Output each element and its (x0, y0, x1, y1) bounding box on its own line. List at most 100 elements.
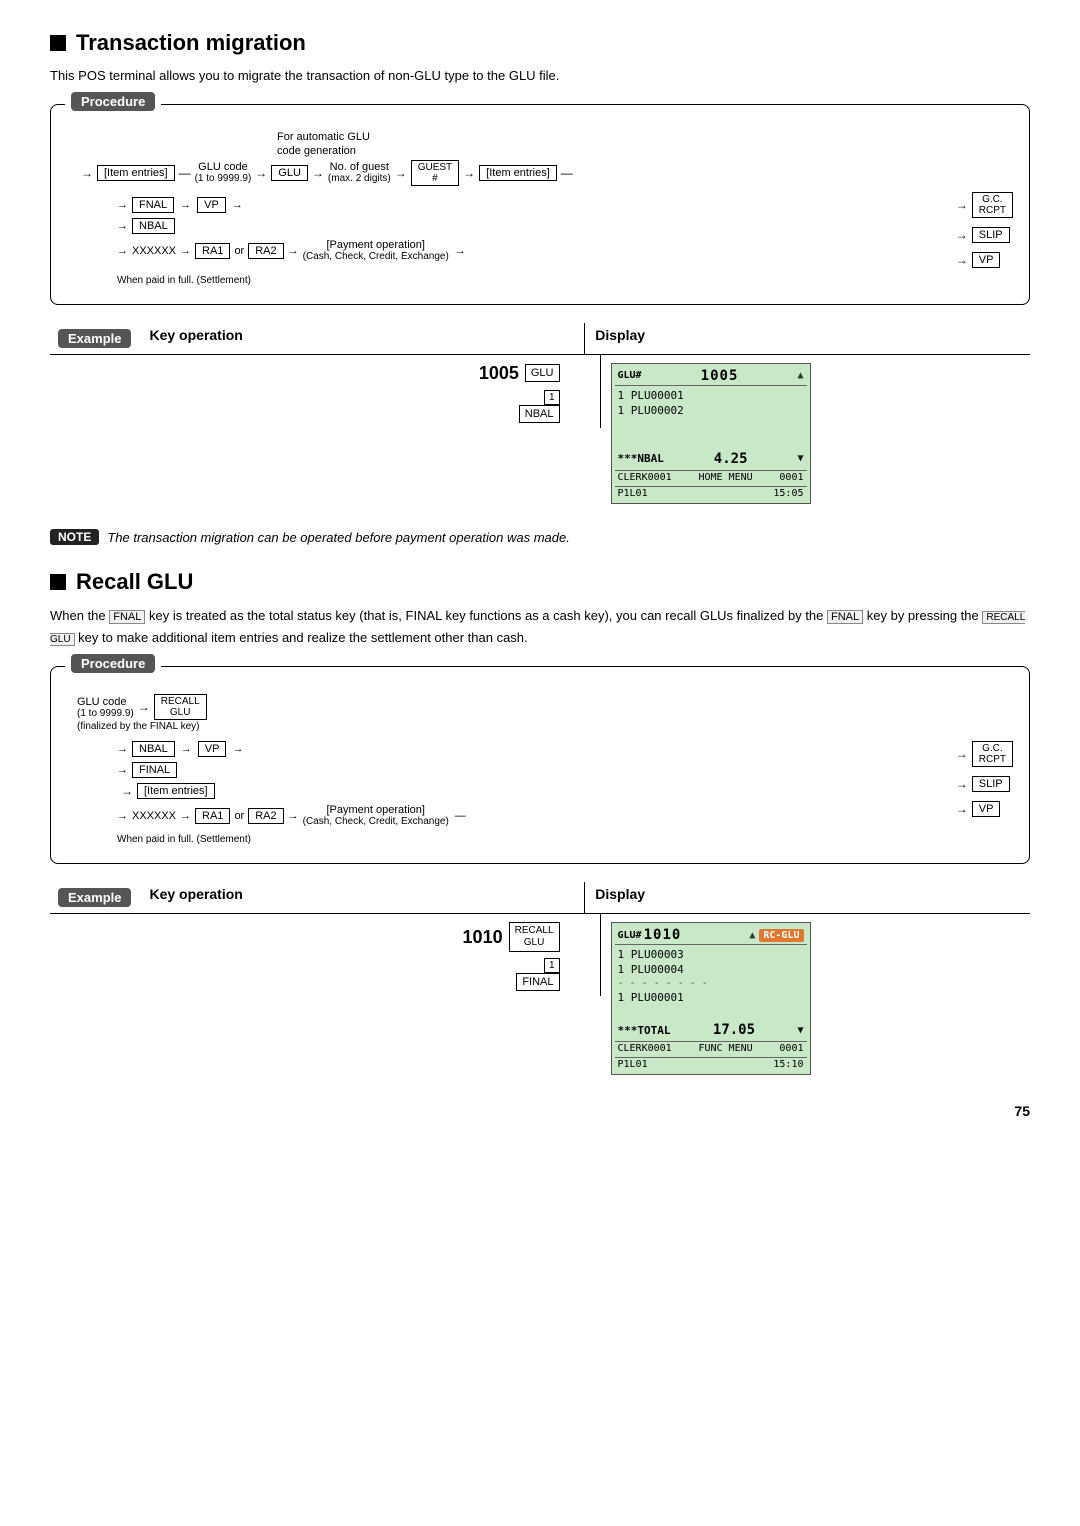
key-btn-1: 1 (544, 390, 560, 405)
display-total-row-1: ***NBAL 4.25▼ (615, 450, 807, 468)
display-row-2-1: 1 PLU00003 (615, 947, 807, 962)
example-top-row-2: Example Key operation Display (50, 882, 1030, 914)
key-number-1005: 1005 (479, 363, 519, 384)
footer-menu-2: FUNC MENU (698, 1043, 752, 1054)
arrow-5: → (395, 166, 407, 180)
procedure-box-2: Procedure GLU code (1 to 9999.9) → RECAL… (50, 666, 1030, 864)
flow-main-row: → [Item entries] — GLU code (1 to 9999.9… (77, 160, 1013, 186)
cash-etc-text-2: (Cash, Check, Credit, Exchange) (303, 816, 449, 827)
item-entries-box-2: [Item entries] (137, 783, 215, 799)
arrow-4: → (312, 166, 324, 180)
payment-op-text: [Payment operation] (326, 239, 424, 251)
arr-slip: → (956, 228, 968, 242)
section-title-recall: Recall GLU (50, 569, 1030, 595)
arr-xxx: → (117, 245, 128, 257)
when-paid-note-1: When paid in full. (Settlement) (117, 275, 1013, 286)
display-glu-label-1: GLU# (618, 370, 642, 381)
arr-xxx-2: → (117, 810, 128, 822)
footer-menu-1: HOME MENU (698, 472, 752, 483)
key-final-row: FINAL (516, 973, 559, 988)
no-of-guest-block: No. of guest (max. 2 digits) (328, 161, 391, 184)
display-blank-1-2 (615, 434, 807, 450)
auto-glu-note-text: For automatic GLUcode generation (277, 131, 370, 157)
slip-row-2: → SLIP (952, 776, 1013, 792)
item-entries-1: [Item entries] (97, 165, 175, 181)
nbal-tri-1: ▼ (797, 453, 803, 464)
branch-lines: → FNAL → VP → → NBAL → XXXXXX → RA1 (117, 189, 472, 271)
display-screen-2: GLU#1010 ▲ RC-GLU 1 PLU00003 1 PLU00004 … (611, 922, 811, 1075)
fnal-row-2: → FINAL (117, 762, 472, 778)
arrow-2: — (179, 166, 191, 180)
display-tri-1: ▲ (797, 370, 803, 381)
example-top-row-1: Example Key operation Display (50, 323, 1030, 355)
display-tri-2: ▲ (749, 930, 755, 941)
vp-row-right-2: → VP (952, 801, 1013, 817)
nbal-key-2: NBAL (132, 741, 175, 757)
note-text-1: The transaction migration can be operate… (107, 528, 570, 548)
when-paid-text-1: When paid in full. (Settlement) (117, 275, 251, 286)
vp-key-2: VP (198, 741, 227, 757)
total-value-2: 17.05 (713, 1022, 755, 1038)
nbal-label-1: ***NBAL (618, 452, 664, 465)
glu-code-range: (1 to 9999.9) (195, 173, 252, 184)
arrow-7: — (561, 166, 573, 180)
right-keys-2: → G.C.RCPT → SLIP → VP (952, 738, 1013, 830)
recall-title-text: Recall GLU (76, 569, 193, 595)
note-section-1: NOTE The transaction migration can be op… (50, 528, 1030, 548)
cash-etc-text: (Cash, Check, Credit, Exchange) (303, 251, 449, 262)
gcrcpt-row-2: → G.C.RCPT (952, 741, 1013, 767)
display-header-content-2: GLU#1010 (618, 927, 682, 943)
payment-block: [Payment operation] (Cash, Check, Credit… (303, 239, 449, 262)
fnal-inline-key-2: FNAL (827, 610, 863, 624)
procedure-box-1: Procedure For automatic GLUcode generati… (50, 104, 1030, 305)
key-btn-glu: GLU (525, 364, 560, 382)
nbal-vp-row: → NBAL → VP → (117, 741, 472, 757)
gcrcpt-key-2: G.C.RCPT (972, 741, 1013, 767)
rc-glu-badge: RC-GLU (759, 929, 803, 942)
xxxxxx-row-2: → XXXXXX → RA1 or RA2 → [Payment operati… (117, 804, 472, 827)
xxxxxx-row: → XXXXXX → RA1 or RA2 → [Payment operati… (117, 239, 472, 262)
key-btn-nbal: NBAL (519, 405, 560, 423)
page-number-text: 75 (1014, 1103, 1030, 1119)
recall-glu-inline-key: RECALLGLU (50, 611, 1025, 646)
finalized-note: (finalized by the FINAL key) (77, 721, 1013, 732)
procedure-badge-2: Procedure (71, 654, 155, 673)
or-text-2: or (234, 810, 244, 822)
arr-vp-2: → (181, 743, 192, 755)
slip-row: → SLIP (952, 227, 1013, 243)
arr-payment: → (288, 245, 299, 257)
arr-vp-1: → (180, 199, 191, 211)
display-glu-num-1: 1005 (701, 368, 739, 384)
payment-block-2: [Payment operation] (Cash, Check, Credit… (303, 804, 449, 827)
display-glu-label-2: GLU# (618, 930, 642, 941)
arr-recall-glu: → (138, 700, 150, 714)
example-section-1: Example Key operation Display 1005 GLU 1… (50, 323, 1030, 512)
procedure-label-1: Procedure (65, 92, 161, 111)
example-header-key-1: Key operation (139, 323, 585, 354)
display-header-right-2: ▲ RC-GLU (749, 929, 803, 942)
key-op-row-1005: 1005 GLU (479, 363, 560, 384)
glu-code-label-2: GLU code (77, 696, 134, 708)
section-bullet (50, 35, 66, 51)
display-row-2-2: 1 PLU00004 (615, 962, 807, 977)
key-btn-final: FINAL (516, 973, 559, 991)
display-footer-1: CLERK0001 HOME MENU 0001 (615, 470, 807, 484)
finalized-text: (finalized by the FINAL key) (77, 721, 199, 732)
arr-nbal-2: → (117, 743, 128, 755)
recall-description: When the FNAL key is treated as the tota… (50, 605, 1030, 648)
flow-glu-code-row: GLU code (1 to 9999.9) → RECALLGLU (77, 694, 1013, 720)
arr-payment-2: → (288, 810, 299, 822)
footer-time-2: 15:10 (773, 1059, 803, 1070)
example-body-disp-1: GLU#1005 ▲ 1 PLU00001 1 PLU00002 ***NBAL… (601, 355, 1031, 512)
display-screen-1: GLU#1005 ▲ 1 PLU00001 1 PLU00002 ***NBAL… (611, 363, 811, 504)
display-header-1: GLU# 1005 ▲ (615, 367, 807, 386)
ra2-key-2: RA2 (248, 808, 283, 824)
branch-area-2: → NBAL → VP → → FINAL → [Item entries] (117, 738, 1013, 830)
example-badge-1: Example (58, 329, 131, 348)
section-description: This POS terminal allows you to migrate … (50, 66, 1030, 86)
no-of-guest-label: No. of guest (330, 161, 389, 173)
xxxxxx-text-2: XXXXXX (132, 810, 176, 822)
arr-gcrcpt: → (956, 198, 968, 212)
arr-payment-right-2: — (455, 810, 466, 822)
gcrcpt-row: → G.C.RCPT (952, 192, 1013, 218)
